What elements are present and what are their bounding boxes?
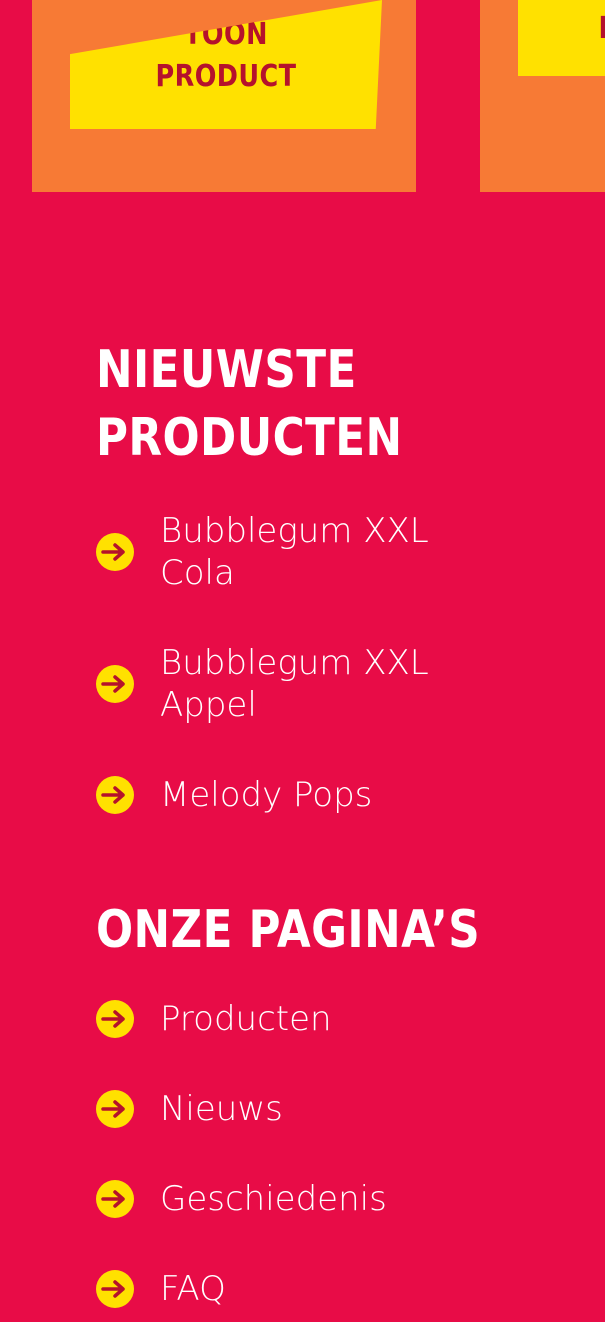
arrow-right-icon [96, 665, 134, 703]
list-item[interactable]: Geschiedenis [96, 1178, 460, 1220]
page-link-producten[interactable]: Producten [160, 998, 460, 1040]
arrow-right-icon [96, 1270, 134, 1308]
product-card: TOON PRODUCT [32, 0, 416, 192]
list-item[interactable]: Producten [96, 998, 460, 1040]
arrow-right-icon [96, 1090, 134, 1128]
list-item[interactable]: Bubblegum XXL Cola [96, 510, 460, 594]
show-product-label: TOON PRODUCT [155, 17, 297, 94]
arrow-right-icon [96, 1000, 134, 1038]
show-product-label-partial: I [599, 8, 605, 50]
product-link-melody-pops[interactable]: Melody Pops [160, 774, 460, 816]
show-product-button[interactable]: TOON PRODUCT [70, 0, 382, 129]
our-pages-title: ONZE PAGINA’S [96, 900, 481, 960]
list-item[interactable]: Melody Pops [96, 774, 460, 816]
list-item[interactable]: Nieuws [96, 1088, 460, 1130]
arrow-right-icon [96, 1180, 134, 1218]
page-link-nieuws[interactable]: Nieuws [160, 1088, 460, 1130]
newest-products-title: NIEUWSTE PRODUCTEN [96, 340, 403, 468]
list-item[interactable]: Bubblegum XXL Appel [96, 642, 460, 726]
page-link-faq[interactable]: FAQ [160, 1268, 460, 1310]
arrow-right-icon [96, 533, 134, 571]
product-link-bubblegum-appel[interactable]: Bubblegum XXL Appel [160, 642, 460, 726]
list-item[interactable]: FAQ [96, 1268, 460, 1310]
page-link-geschiedenis[interactable]: Geschiedenis [160, 1178, 460, 1220]
arrow-right-icon [96, 776, 134, 814]
show-product-button-partial[interactable]: I [518, 0, 605, 76]
product-card-partial: I [480, 0, 605, 192]
product-link-bubblegum-cola[interactable]: Bubblegum XXL Cola [160, 510, 460, 594]
